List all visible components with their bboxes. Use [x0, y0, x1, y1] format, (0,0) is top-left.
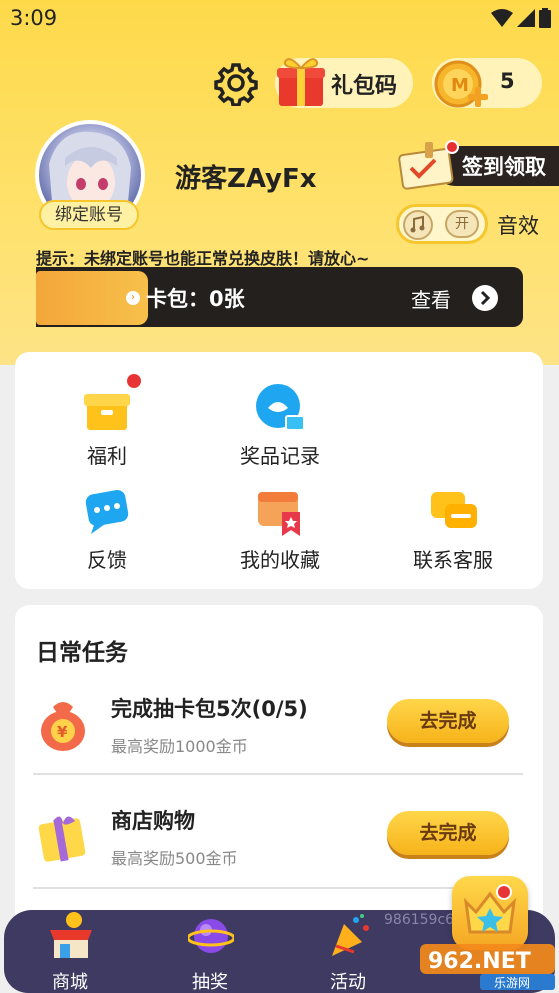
- signin-notification-dot: [445, 140, 459, 154]
- battery-icon: [539, 8, 551, 28]
- crown-star-icon: [463, 884, 517, 934]
- menu-item-favorites[interactable]: 我的收藏: [210, 486, 350, 586]
- task-name: 商店购物: [111, 809, 195, 833]
- task-divider: [33, 887, 523, 889]
- site-logo: 962.NET 乐游网: [420, 944, 555, 990]
- status-bar: 3:09: [0, 0, 559, 38]
- task-row: ¥ 完成抽卡包5次(0/5) 最高奖励1000金币 去完成: [35, 693, 525, 793]
- watermark-text: 986159c6: [384, 912, 455, 928]
- planet-icon: [188, 919, 234, 953]
- menu-panel: 福利 奖品记录 反馈 我的收藏 联系客服: [15, 352, 543, 589]
- menu-item-label: 联系客服: [413, 548, 493, 572]
- prize-record-icon: [256, 384, 305, 431]
- menu-item-welfare[interactable]: 福利: [37, 374, 177, 482]
- tab-label: 抽奖: [192, 972, 228, 993]
- sound-toggle[interactable]: 开: [396, 204, 488, 244]
- gift-code-label: 礼包码: [331, 74, 398, 99]
- menu-item-label: 奖品记录: [240, 444, 320, 468]
- status-icons: [491, 8, 551, 28]
- signal-icon: [517, 9, 535, 27]
- task-reward: 最高奖励500金币: [111, 849, 238, 868]
- username: 游客ZAyFx: [175, 164, 317, 194]
- card-pack-ticket-image: ›: [36, 271, 148, 325]
- bind-account-button[interactable]: 绑定账号: [39, 200, 139, 230]
- shop-icon: [50, 912, 92, 958]
- task-go-button[interactable]: 去完成: [387, 811, 509, 855]
- menu-item-feedback[interactable]: 反馈: [37, 486, 177, 586]
- signin-label: 签到领取: [462, 155, 546, 179]
- music-note-icon: [403, 210, 433, 240]
- coin-count: 5: [500, 69, 515, 93]
- signin-button[interactable]: 签到领取: [395, 140, 559, 190]
- favorites-icon: [258, 492, 300, 536]
- daily-tasks-title: 日常任务: [36, 640, 128, 666]
- menu-item-customer-service[interactable]: 联系客服: [383, 486, 523, 586]
- arrow-right-icon[interactable]: [472, 285, 498, 311]
- party-popper-icon: [332, 914, 369, 956]
- menu-item-prize-record[interactable]: 奖品记录: [210, 382, 350, 482]
- wifi-icon: [491, 9, 513, 27]
- card-pack-label: 卡包：0张: [146, 287, 245, 311]
- site-logo-text: 962.NET: [428, 949, 531, 974]
- feedback-icon: [85, 490, 129, 534]
- menu-item-label: 福利: [87, 444, 127, 468]
- coin-add-icon: M: [434, 60, 488, 108]
- welfare-notification-dot: [127, 374, 141, 388]
- svg-text:M: M: [451, 75, 469, 96]
- settings-button[interactable]: [213, 60, 259, 107]
- task-reward: 最高奖励1000金币: [111, 737, 248, 756]
- gift-box-icon: [84, 394, 130, 430]
- chevron-right-icon: ›: [126, 291, 140, 305]
- tab-label: 活动: [330, 972, 366, 993]
- sound-label: 音效: [497, 214, 539, 238]
- sound-toggle-state: 开: [445, 210, 479, 238]
- svg-text:¥: ¥: [57, 723, 68, 741]
- gift-box-icon: [38, 816, 86, 862]
- task-divider: [33, 773, 523, 775]
- gear-icon: [214, 63, 258, 107]
- customer-service-icon: [431, 492, 477, 528]
- task-go-button[interactable]: 去完成: [387, 699, 509, 743]
- menu-item-label: 反馈: [87, 548, 127, 572]
- tip-text: 提示：未绑定账号也能正常兑换皮肤！请放心~: [36, 249, 370, 268]
- gift-box-icon: [277, 58, 325, 106]
- money-bag-icon: ¥: [41, 702, 85, 751]
- coin-balance[interactable]: M 5: [432, 58, 542, 108]
- site-logo-subtext: 乐游网: [494, 976, 530, 990]
- card-pack-view-label[interactable]: 查看: [411, 284, 451, 313]
- floating-crown-button[interactable]: [452, 876, 528, 950]
- tab-label: 商城: [52, 972, 88, 993]
- card-pack-bar[interactable]: › 卡包：0张 查看: [36, 267, 523, 327]
- gift-code-button[interactable]: 礼包码: [275, 58, 413, 108]
- task-name: 完成抽卡包5次(0/5): [111, 697, 308, 721]
- menu-item-label: 我的收藏: [240, 548, 320, 572]
- status-time: 3:09: [10, 6, 58, 30]
